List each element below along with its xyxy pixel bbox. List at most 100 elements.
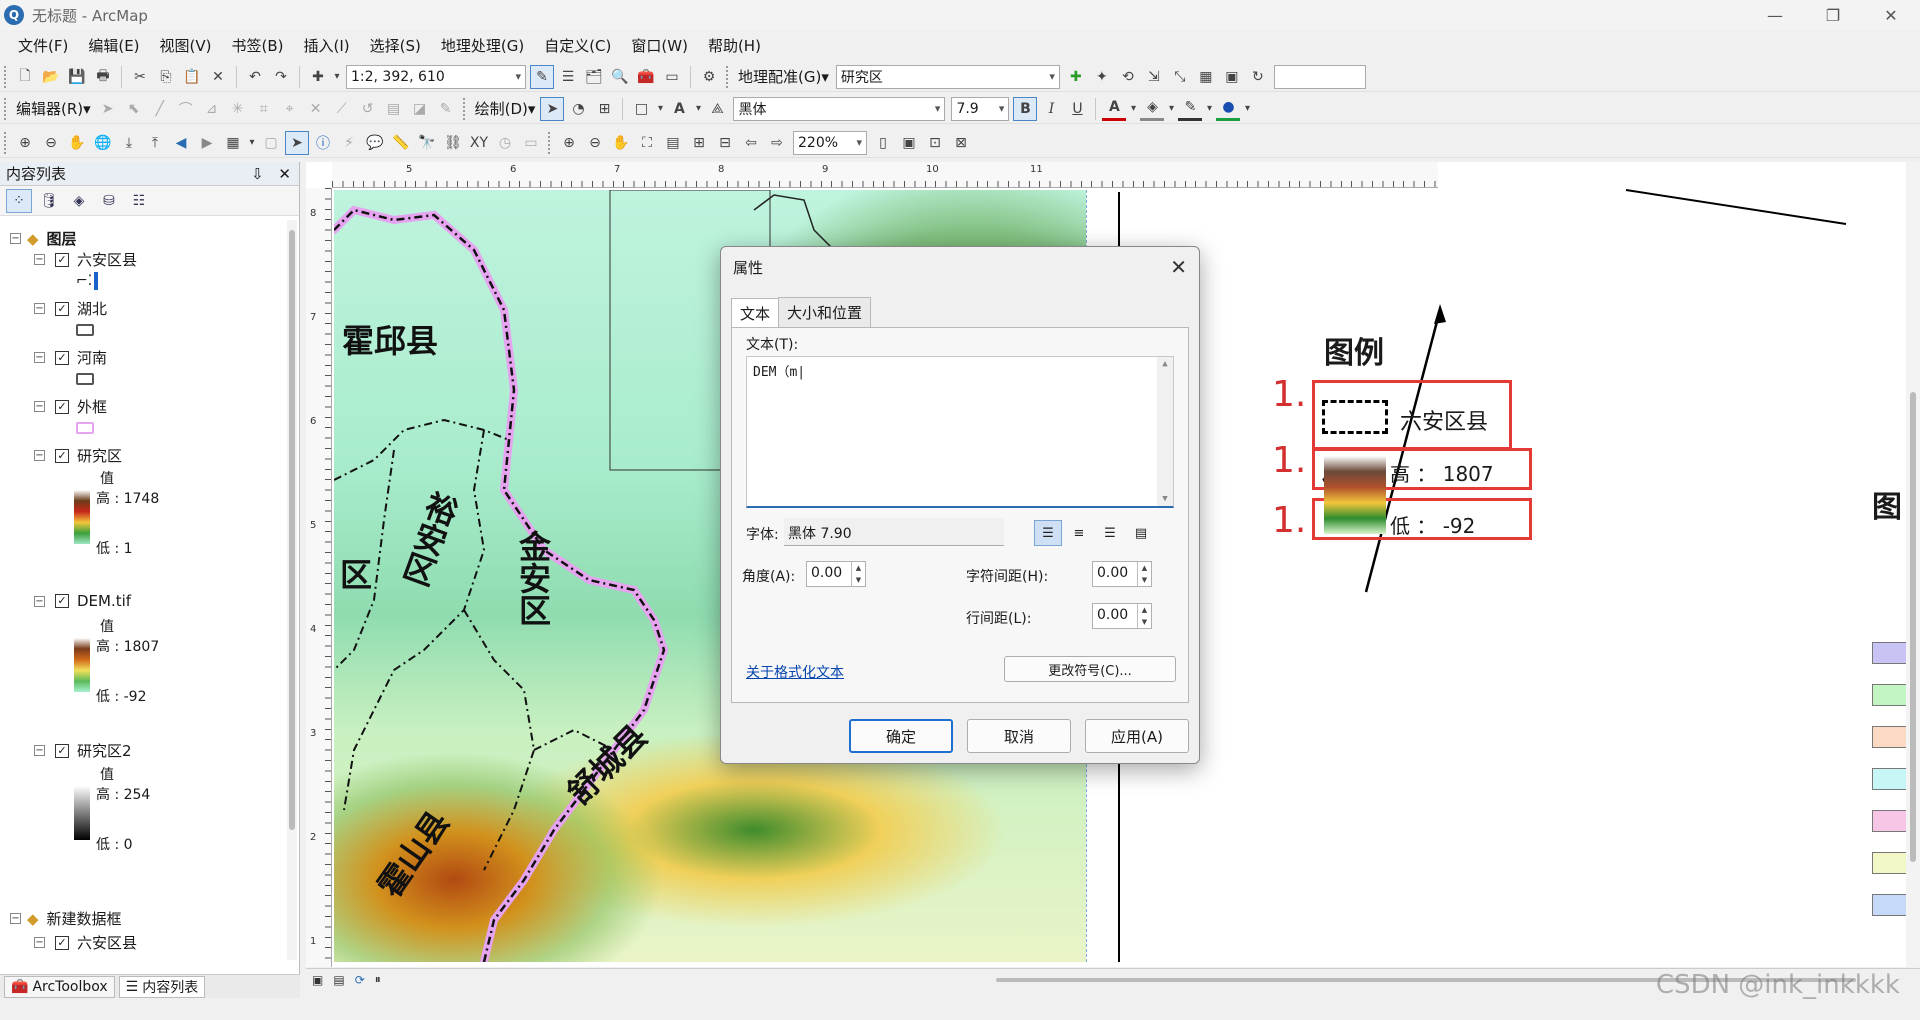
fixed-zoom-out-icon[interactable]: ⤒ — [143, 131, 167, 155]
fixed-zoom-in-layout-icon[interactable]: ⊞ — [687, 131, 711, 155]
layer-visibility-checkbox[interactable]: ✓ — [55, 350, 69, 365]
split-icon[interactable]: ⟋ — [330, 97, 354, 121]
editor-menu[interactable]: 编辑器(R)▾ — [12, 98, 95, 119]
edit-vertices-draw-icon[interactable]: ⟁ — [705, 97, 729, 121]
layout-zoom-combo[interactable]: 220% ▾ — [793, 130, 867, 155]
open-folder-icon[interactable]: 📂 — [39, 65, 63, 89]
cut-icon[interactable]: ✂ — [128, 65, 152, 89]
align-left-icon[interactable]: ☰ — [1034, 520, 1062, 546]
full-extent-icon[interactable]: 🌐 — [91, 131, 115, 155]
chevron-down-icon[interactable]: ▾ — [655, 97, 665, 121]
reshape-icon[interactable]: ⌖ — [278, 97, 302, 121]
pause-drawing-icon[interactable]: ⏸ — [375, 972, 381, 987]
edit-tool-icon[interactable]: ➤ — [96, 97, 120, 121]
change-layout-icon[interactable]: ⊡ — [923, 131, 947, 155]
close-icon[interactable]: ✕ — [1170, 255, 1187, 279]
trace-icon[interactable]: ⊿ — [200, 97, 224, 121]
html-popup-icon[interactable]: 💬 — [363, 131, 387, 155]
toggle-draft-icon[interactable]: ▯ — [871, 131, 895, 155]
close-window-button[interactable]: ✕ — [1862, 0, 1920, 30]
refresh-icon[interactable]: ⟳ — [355, 973, 365, 987]
italic-button[interactable]: I — [1039, 97, 1063, 121]
fill-color-icon[interactable]: ◈ — [1140, 97, 1165, 121]
link-table-icon[interactable]: ▦ — [1194, 65, 1218, 89]
tree-root[interactable]: − ◆ 图层 — [10, 228, 77, 249]
collapse-icon[interactable]: − — [34, 401, 45, 412]
layer-visibility-checkbox[interactable]: ✓ — [55, 252, 69, 267]
rotate-icon[interactable]: ⟲ — [1116, 65, 1140, 89]
add-control-points-icon[interactable]: ✚ — [1064, 65, 1088, 89]
georeferencing-menu[interactable]: 地理配准(G)▾ — [734, 66, 833, 87]
find-route-icon[interactable]: ⛓ — [441, 131, 465, 155]
zoom-whole-page-layout-icon[interactable]: ⛶ — [635, 131, 659, 155]
minimize-button[interactable]: — — [1746, 0, 1804, 30]
menu-view[interactable]: 视图(V) — [150, 35, 222, 56]
clear-selection-icon[interactable]: ▢ — [259, 131, 283, 155]
cancel-button[interactable]: 取消 — [967, 719, 1071, 753]
previous-extent-layout-icon[interactable]: ⇦ — [739, 131, 763, 155]
hyperlink-icon[interactable]: ⚡ — [337, 131, 361, 155]
spin-up-icon[interactable]: ▲ — [1142, 606, 1147, 614]
copy-icon[interactable]: ⎘ — [154, 65, 178, 89]
list-by-visibility-icon[interactable]: ◈ — [66, 189, 92, 213]
change-symbol-button[interactable]: 更改符号(C)... — [1004, 656, 1176, 682]
collapse-icon[interactable]: − — [10, 233, 21, 244]
menu-geoprocessing[interactable]: 地理处理(G) — [431, 35, 534, 56]
zoom-in-icon[interactable]: ⊕ — [13, 131, 37, 155]
georef-layer-combo[interactable]: 研究区 ▾ — [835, 64, 1060, 89]
ok-button[interactable]: 确定 — [849, 719, 953, 753]
tab-text[interactable]: 文本 — [731, 298, 780, 328]
rotate-element-icon[interactable]: ◔ — [566, 97, 590, 121]
layer-visibility-checkbox[interactable]: ✓ — [55, 594, 69, 608]
toolbar-grip[interactable] — [4, 65, 8, 88]
go-to-xy-icon[interactable]: XY — [467, 131, 491, 155]
georef-input[interactable] — [1273, 64, 1366, 89]
select-elements-icon[interactable]: ➤ — [540, 96, 565, 121]
collapse-icon[interactable]: − — [10, 913, 21, 924]
shift-icon[interactable]: ⇲ — [1142, 65, 1166, 89]
add-data-icon[interactable]: ✚ — [306, 65, 330, 89]
focus-data-frame-icon[interactable]: ▣ — [897, 131, 921, 155]
menu-edit[interactable]: 编辑(E) — [78, 35, 149, 56]
scale-tool-icon[interactable]: ⤡ — [1168, 65, 1192, 89]
fixed-zoom-out-layout-icon[interactable]: ⊟ — [713, 131, 737, 155]
close-icon[interactable]: ✕ — [278, 165, 291, 183]
spin-up-icon[interactable]: ▲ — [856, 564, 861, 572]
spin-up-icon[interactable]: ▲ — [1142, 564, 1147, 572]
align-right-icon[interactable]: ☰ — [1096, 520, 1124, 546]
rectangle-icon[interactable]: □ — [629, 97, 653, 121]
collapse-icon[interactable]: − — [34, 450, 45, 461]
zoom-whole-page-icon[interactable]: ⊞ — [592, 97, 616, 121]
auto-registration-icon[interactable]: ✦ — [1090, 65, 1114, 89]
toc-layer-liuan-2[interactable]: − ✓ 六安区县 — [34, 932, 137, 953]
options-icon[interactable]: ☷ — [126, 189, 152, 213]
list-by-drawing-order-icon[interactable]: ⁘ — [6, 188, 32, 213]
point-icon[interactable]: ✳ — [226, 97, 250, 121]
editor-toolbar-icon[interactable]: ✎ — [530, 64, 554, 89]
save-icon[interactable]: 💾 — [65, 65, 89, 89]
create-features-icon[interactable]: ✎ — [434, 97, 458, 121]
python-window-icon[interactable]: ▭ — [660, 65, 684, 89]
paste-icon[interactable]: 📋 — [180, 65, 204, 89]
catalog-icon[interactable]: 🗂 — [582, 65, 606, 89]
apply-button[interactable]: 应用(A) — [1085, 719, 1189, 753]
toc-layer-study-area-2[interactable]: − ✓ 研究区2 — [34, 740, 132, 761]
layer-visibility-checkbox[interactable]: ✓ — [55, 935, 69, 950]
font-color-button[interactable]: A — [1102, 97, 1127, 121]
print-icon[interactable]: 🖶 — [91, 65, 115, 89]
chevron-down-icon[interactable]: ▾ — [1204, 97, 1214, 121]
menu-customize[interactable]: 自定义(C) — [534, 35, 621, 56]
menu-selection[interactable]: 选择(S) — [360, 35, 431, 56]
zoom-out-icon[interactable]: ⊖ — [39, 131, 63, 155]
sketch-props-icon[interactable]: ◪ — [408, 97, 432, 121]
scale-combo[interactable]: 1:2, 392, 610 ▾ — [346, 64, 526, 89]
measure-icon[interactable]: 📏 — [389, 131, 413, 155]
rotate-edit-icon[interactable]: ↺ — [356, 97, 380, 121]
align-center-icon[interactable]: ≡ — [1065, 520, 1093, 546]
line-color-icon[interactable]: ✎ — [1178, 97, 1203, 121]
spin-down-icon[interactable]: ▼ — [1142, 576, 1147, 584]
layer-visibility-checkbox[interactable]: ✓ — [55, 743, 69, 758]
time-slider-icon[interactable]: ◷ — [493, 131, 517, 155]
layer-visibility-checkbox[interactable]: ✓ — [55, 301, 69, 316]
tree-second-frame[interactable]: − ◆ 新建数据框 — [10, 908, 122, 929]
